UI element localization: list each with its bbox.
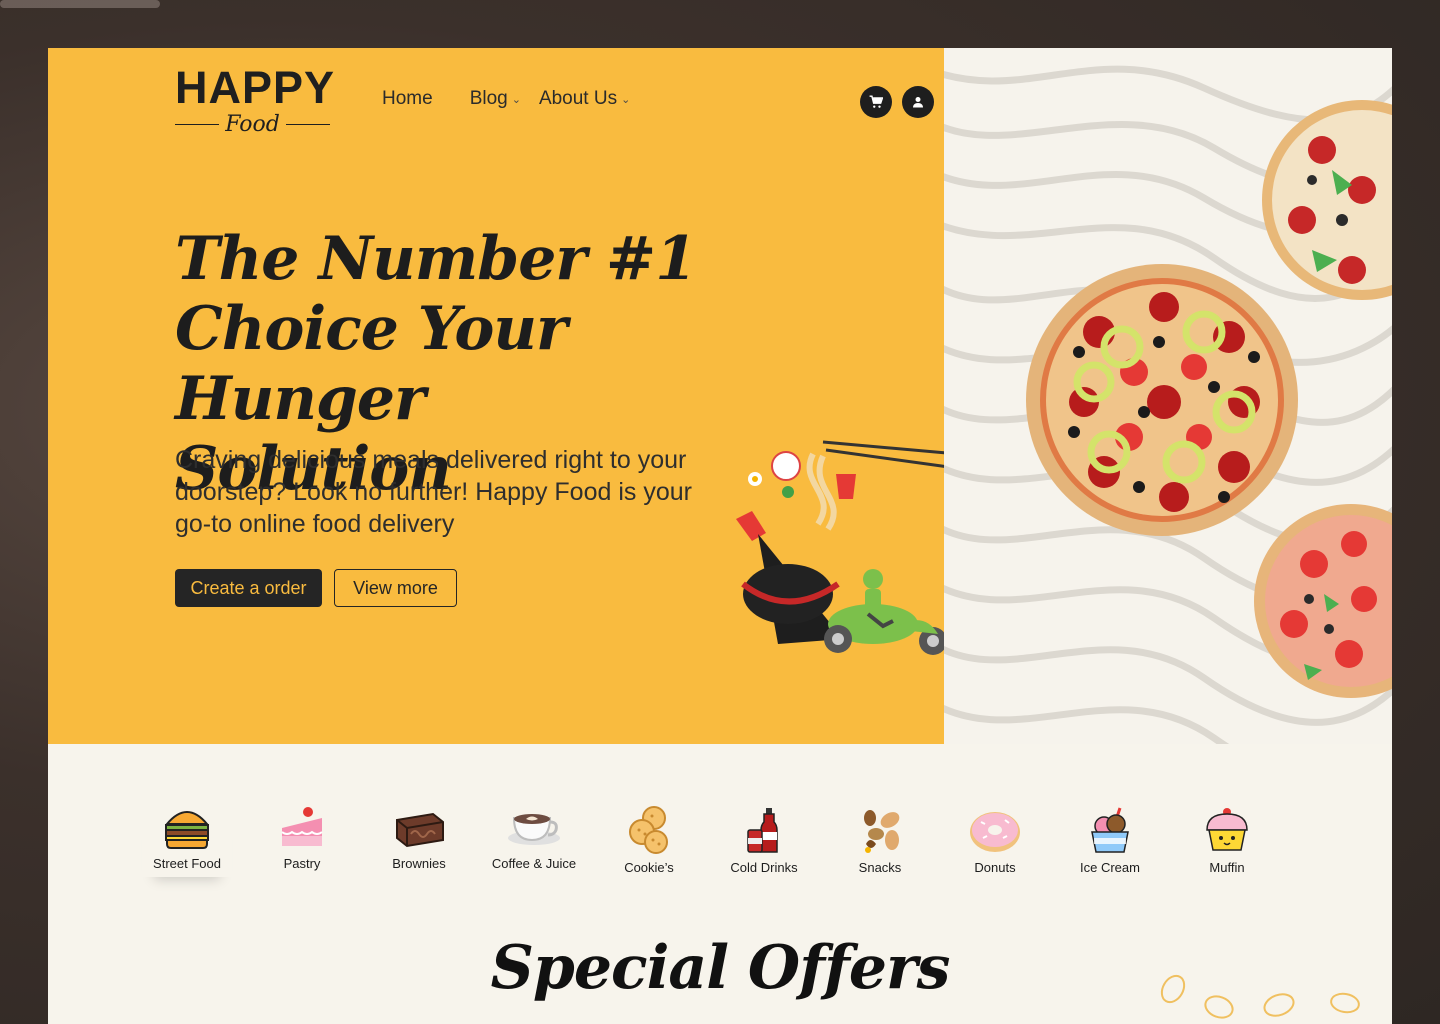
category-cookies[interactable]: Cookie’s (604, 806, 694, 875)
pizza-image (1026, 264, 1298, 536)
category-label: Muffin (1209, 860, 1245, 875)
category-label: Brownies (392, 856, 446, 871)
category-label: Cold Drinks (730, 860, 798, 875)
nav-about[interactable]: About Us ⌄ (539, 88, 630, 110)
cookie-icon (629, 806, 668, 854)
category-label: Pastry (283, 856, 321, 871)
category-muffin[interactable]: Muffin (1182, 806, 1272, 875)
headline-line: Choice Your Hunger (175, 294, 568, 434)
nav-home-label: Home (382, 88, 433, 109)
logo-food-text: Food (225, 112, 280, 137)
page-frame: HAPPY Food Home Blog ⌄ About Us ⌄ The Numb… (48, 48, 1392, 1024)
hero-description: Craving delicious meals delivered right … (175, 446, 692, 538)
category-label: Coffee & Juice (491, 856, 577, 871)
cake-icon (281, 807, 323, 846)
category-label: Street Food (153, 856, 221, 871)
chevron-down-icon: ⌄ (511, 93, 521, 106)
user-button[interactable] (902, 86, 934, 118)
category-donuts[interactable]: Donuts (950, 806, 1040, 875)
donut-icon (970, 812, 1020, 852)
muffin-icon (1206, 808, 1248, 851)
nav-blog-label: Blog (469, 88, 508, 109)
logo-divider (175, 123, 220, 126)
nav-about-label: About Us (538, 88, 618, 109)
pizza-image (1254, 504, 1392, 698)
category-label: Ice Cream (1080, 860, 1140, 875)
logo[interactable]: HAPPY Food (175, 62, 336, 137)
view-more-button[interactable]: View more (334, 569, 457, 607)
burger-icon (164, 811, 210, 849)
category-coffee-juice[interactable]: Coffee & Juice (489, 806, 579, 871)
headline-line: The Number #1 (175, 224, 697, 294)
nav-home[interactable]: Home (382, 88, 433, 110)
category-label: Cookie’s (624, 860, 674, 875)
chevron-down-icon: ⌄ (621, 93, 631, 106)
category-label: Snacks (858, 860, 902, 875)
decorative-beans (1160, 974, 1360, 1019)
coffee-icon (508, 814, 560, 845)
logo-divider (285, 123, 331, 126)
category-snacks[interactable]: Snacks (835, 806, 925, 875)
main-nav: Home Blog ⌄ About Us ⌄ (382, 88, 630, 110)
logo-sub: Food (175, 112, 331, 137)
ice-cream-icon (1091, 807, 1129, 853)
nuts-icon (864, 810, 900, 853)
category-cold-drinks[interactable]: Cold Drinks (719, 806, 809, 875)
category-brownies[interactable]: Brownies (374, 806, 464, 871)
delivery-illustration (736, 440, 959, 655)
user-icon (913, 97, 923, 108)
background-blur (0, 0, 160, 8)
category-bar: Street Food Pastry Brownies Coffee & Jui… (143, 806, 1263, 886)
create-order-button[interactable]: Create a order (175, 569, 322, 607)
category-label: Donuts (974, 860, 1016, 875)
hero-yellow-panel: HAPPY Food Home Blog ⌄ About Us ⌄ The Numb… (48, 48, 959, 744)
hero-section: HAPPY Food Home Blog ⌄ About Us ⌄ The Numb… (48, 48, 1392, 744)
soda-icon (747, 808, 778, 853)
nav-blog[interactable]: Blog ⌄ (470, 88, 521, 110)
category-pastry[interactable]: Pastry (257, 806, 347, 871)
hero-image-panel (944, 48, 1392, 744)
category-street-food[interactable]: Street Food (142, 806, 232, 877)
category-ice-cream[interactable]: Ice Cream (1065, 806, 1155, 875)
brownie-icon (396, 812, 444, 848)
cart-button[interactable] (860, 86, 892, 118)
logo-word: HAPPY (175, 62, 336, 113)
cart-icon (869, 95, 883, 108)
